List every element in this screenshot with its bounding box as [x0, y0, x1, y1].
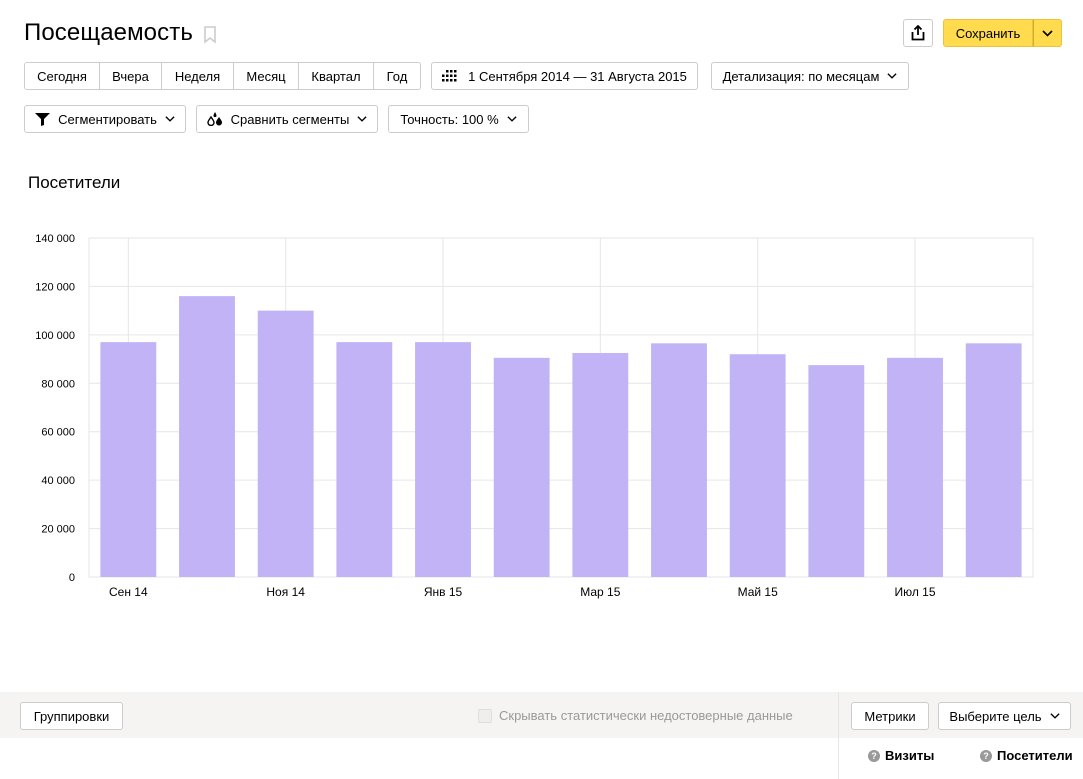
share-icon: [911, 25, 925, 41]
period-week[interactable]: Неделя: [162, 63, 234, 89]
column-header-visits[interactable]: ? Визиты: [868, 748, 934, 763]
groupings-button[interactable]: Группировки: [20, 702, 123, 730]
chevron-down-icon: [507, 116, 517, 122]
y-tick-label: 40 000: [41, 475, 75, 487]
period-yesterday[interactable]: Вчера: [100, 63, 162, 89]
column-visits-label: Визиты: [885, 748, 935, 763]
calendar-icon: [442, 70, 457, 82]
chart-title: Посетители: [28, 173, 121, 192]
segment-dropdown[interactable]: Сегментировать: [24, 105, 186, 133]
hide-unreliable-option[interactable]: Скрывать статистически недостоверные дан…: [478, 708, 793, 723]
period-year[interactable]: Год: [374, 63, 420, 89]
metrics-button[interactable]: Метрики: [851, 702, 929, 730]
period-today[interactable]: Сегодня: [25, 63, 100, 89]
accuracy-dropdown[interactable]: Точность: 100 %: [388, 105, 529, 133]
period-selector: Сегодня Вчера Неделя Месяц Квартал Год: [24, 62, 421, 90]
y-tick-label: 20 000: [41, 524, 75, 536]
filter-icon: [35, 112, 51, 126]
x-tick-label: Сен 14: [109, 585, 148, 599]
bar-4: [336, 342, 393, 577]
hide-unreliable-label: Скрывать статистически недостоверные дан…: [499, 708, 793, 723]
bar-10: [808, 365, 865, 577]
period-month[interactable]: Месяц: [234, 63, 299, 89]
help-icon[interactable]: ?: [868, 749, 880, 762]
bar-11: [887, 357, 943, 577]
footer-divider: [838, 692, 839, 779]
x-tick-label: Янв 15: [424, 585, 463, 599]
compare-label: Сравнить сегменты: [230, 111, 350, 127]
x-tick-label: Май 15: [738, 585, 779, 599]
chevron-down-icon: [887, 73, 897, 79]
goal-dropdown[interactable]: Выберите цель: [938, 702, 1071, 730]
title-row: Посещаемость: [24, 16, 217, 50]
y-tick-label: 120 000: [35, 281, 75, 293]
bar-7: [572, 353, 629, 577]
detail-label: Детализация: по месяцам: [722, 68, 880, 84]
y-tick-label: 60 000: [41, 427, 75, 439]
goal-label: Выберите цель: [949, 708, 1042, 724]
share-button[interactable]: [903, 19, 933, 47]
date-range-button[interactable]: 1 Сентября 2014 — 31 Августа 2015: [431, 62, 698, 90]
help-icon[interactable]: ?: [980, 749, 992, 762]
bar-12: [965, 343, 1022, 577]
accuracy-label: Точность: 100 %: [400, 111, 499, 127]
bar-3: [257, 310, 314, 577]
segment-label: Сегментировать: [58, 111, 157, 127]
detail-dropdown[interactable]: Детализация: по месяцам: [711, 62, 909, 90]
x-tick-label: Мар 15: [580, 585, 620, 599]
chevron-down-icon: [1042, 29, 1053, 37]
bar-9: [729, 354, 786, 577]
y-tick-label: 140 000: [35, 233, 75, 245]
bookmark-icon[interactable]: [203, 26, 217, 44]
save-options-button[interactable]: [1033, 19, 1062, 47]
chevron-down-icon: [165, 116, 175, 122]
page-title: Посещаемость: [24, 19, 193, 46]
chevron-down-icon: [1050, 713, 1060, 719]
drops-icon: [206, 112, 222, 126]
x-tick-label: Июл 15: [894, 585, 935, 599]
bar-1: [100, 342, 157, 577]
x-tick-label: Ноя 14: [266, 585, 305, 599]
visitors-bar-chart: 0 20 000 40 000 60 000 80 000 100 000 120 000 1…: [35, 233, 1034, 599]
save-button-group: Сохранить: [943, 19, 1062, 47]
bar-6: [493, 357, 550, 577]
compare-segments-dropdown[interactable]: Сравнить сегменты: [196, 105, 378, 133]
chevron-down-icon: [357, 116, 367, 122]
period-quarter[interactable]: Квартал: [299, 63, 374, 89]
hide-unreliable-checkbox[interactable]: [478, 708, 492, 723]
date-range-label: 1 Сентября 2014 — 31 Августа 2015: [468, 68, 687, 84]
save-button[interactable]: Сохранить: [943, 19, 1033, 47]
y-tick-label: 0: [69, 572, 75, 584]
y-tick-label: 100 000: [35, 330, 75, 342]
column-visitors-label: Посетители: [997, 748, 1073, 763]
bar-5: [415, 342, 471, 577]
bar-2: [179, 296, 235, 577]
column-header-visitors[interactable]: ? Посетители: [980, 748, 1073, 763]
y-tick-label: 80 000: [41, 378, 75, 390]
bar-8: [651, 343, 707, 577]
